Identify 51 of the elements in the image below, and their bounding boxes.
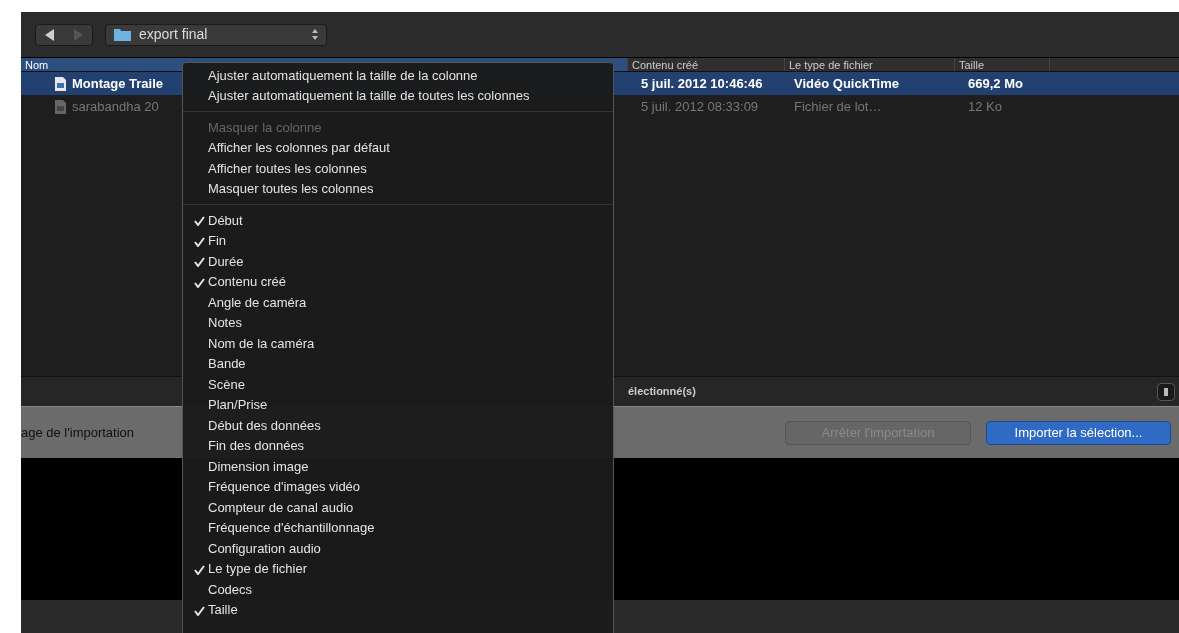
menu-item[interactable]: Bande [183, 353, 613, 374]
menu-item[interactable]: Ajuster automatiquement la taille de la colonne [183, 65, 613, 86]
file-size: 12 Ko [967, 97, 1003, 116]
column-header[interactable]: Taille [955, 58, 1050, 71]
menu-item[interactable]: Début [183, 210, 613, 231]
created-date: 5 juil. 2012 10:46:46 [640, 74, 764, 93]
menu-item[interactable]: Ajuster automatiquement la taille de toutes les colonnes [183, 85, 613, 106]
checkmark-icon [194, 564, 205, 575]
menu-item[interactable]: Contenu créé [183, 271, 613, 292]
selection-count: électionné(s) [628, 384, 696, 400]
menu-item[interactable]: Codecs [183, 579, 613, 600]
column-header[interactable]: Le type de fichier [785, 58, 955, 71]
column-header[interactable]: Contenu créé [628, 58, 785, 71]
menu-item[interactable]: Durée [183, 251, 613, 272]
checkmark-icon [194, 236, 205, 247]
menu-item[interactable]: Angle de caméra [183, 292, 613, 313]
menu-item[interactable]: Compteur de canal audio [183, 497, 613, 518]
menu-item[interactable]: Plan/Prise [183, 394, 613, 415]
import-label: age de l'importation [21, 423, 135, 442]
folder-icon [114, 28, 131, 41]
menu-item[interactable]: Fréquence d'échantillonnage [183, 517, 613, 538]
file-name[interactable]: sarabandha 20 [72, 96, 159, 117]
menu-item[interactable]: Fréquence d'images vidéo [183, 476, 613, 497]
file-icon [55, 76, 66, 91]
menu-item[interactable]: Notes [183, 312, 613, 333]
menu-item[interactable]: Dimension image [183, 456, 613, 477]
menu-item[interactable]: Afficher les colonnes par défaut [183, 137, 613, 158]
checkmark-icon [194, 257, 205, 268]
folder-dropdown[interactable]: export final [105, 23, 327, 46]
checkmark-icon [194, 605, 205, 616]
menu-item[interactable]: Configuration audio [183, 538, 613, 559]
created-date: 5 juil. 2012 08:33:09 [640, 97, 760, 116]
file-size: 669,2 Mo [967, 74, 1024, 93]
menu-item[interactable]: Le type de fichier [183, 558, 613, 579]
menu-item[interactable]: Fin des données [183, 435, 613, 456]
menu-item[interactable]: Scène [183, 374, 613, 395]
import-button[interactable]: Importer la sélection... [986, 420, 1171, 445]
stepper-arrows-icon [312, 29, 318, 40]
menu-item[interactable]: Fin [183, 230, 613, 251]
checkmark-icon [194, 216, 205, 227]
toggle-icon[interactable] [1157, 383, 1175, 401]
back-forward-control[interactable] [35, 23, 93, 46]
file-type: Vidéo QuickTime [793, 74, 900, 93]
menu-item[interactable]: Début des données [183, 415, 613, 436]
file-type: Fichier de lot… [793, 97, 883, 116]
file-icon [55, 99, 66, 114]
menu-item[interactable]: Afficher toutes les colonnes [183, 158, 613, 179]
menu-item[interactable]: Nom de la caméra [183, 333, 613, 354]
file-name[interactable]: Montage Traile [72, 73, 164, 94]
menu-item[interactable]: Masquer toutes les colonnes [183, 178, 613, 199]
checkmark-icon [194, 277, 205, 288]
